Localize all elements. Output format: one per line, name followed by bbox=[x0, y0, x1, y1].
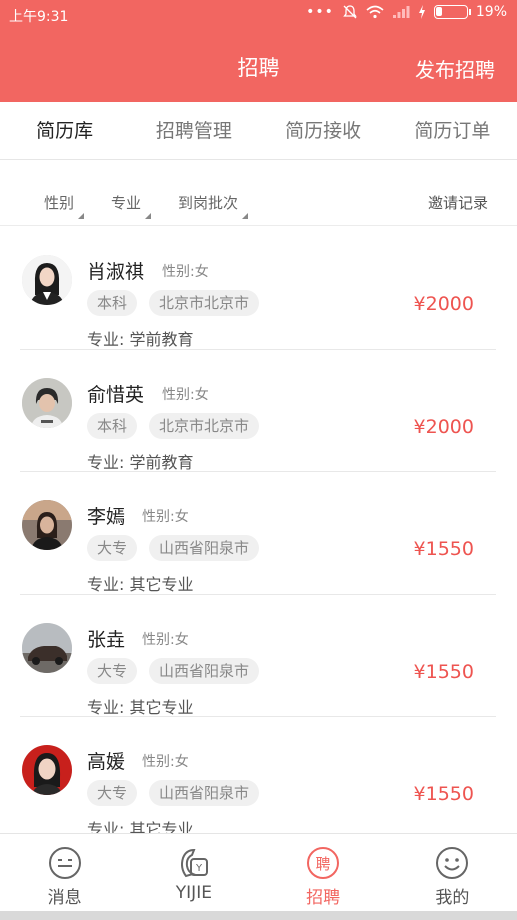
status-icons: ••• 19% bbox=[306, 4, 507, 20]
filter-gender-label: 性别 bbox=[44, 194, 75, 212]
candidate-major: 专业: 其它专业 bbox=[87, 820, 194, 833]
location-tag: 山西省阳泉市 bbox=[149, 780, 260, 806]
candidate-name: 张垚 bbox=[87, 628, 126, 651]
education-tag: 大专 bbox=[87, 657, 138, 684]
signal-icon bbox=[392, 6, 410, 18]
tab-recruitment-management[interactable]: 招聘管理 bbox=[129, 102, 258, 159]
wifi-icon bbox=[366, 5, 384, 19]
candidate-gender: 性别:女 bbox=[142, 509, 189, 525]
candidate-price: ¥1550 bbox=[413, 660, 474, 683]
candidate-price: ¥1550 bbox=[413, 538, 474, 560]
dropdown-triangle-icon bbox=[145, 213, 152, 219]
candidate-name: 高媛 bbox=[87, 751, 126, 773]
recruit-icon-glyph: 聘 bbox=[316, 855, 331, 873]
smiley-profile-icon bbox=[436, 847, 469, 879]
bottom-navigation: 消息 Y YIJIE 聘 招聘 我的 bbox=[0, 833, 517, 911]
candidate-name: 肖淑祺 bbox=[87, 261, 145, 283]
candidate-major: 专业: 其它专业 bbox=[87, 697, 194, 717]
filter-gender[interactable]: 性别 bbox=[44, 192, 85, 219]
avatar bbox=[22, 500, 72, 550]
nav-profile-label: 我的 bbox=[435, 888, 470, 908]
nav-messages[interactable]: 消息 bbox=[0, 834, 129, 911]
tab-resume-received[interactable]: 简历接收 bbox=[259, 102, 388, 159]
candidate-card[interactable]: 李嫣 性别:女 大专 山西省阳泉市 专业: 其它专业 ¥1550 bbox=[20, 472, 496, 595]
filter-major-label: 专业 bbox=[111, 194, 142, 212]
mute-bell-icon bbox=[343, 5, 357, 19]
nav-yijie-label: YIJIE bbox=[175, 883, 212, 903]
candidate-gender: 性别:女 bbox=[142, 631, 189, 648]
candidate-list: 肖淑祺 性别:女 本科 北京市北京市 专业: 学前教育 ¥2000 俞惜英 性别… bbox=[0, 227, 517, 833]
education-tag: 本科 bbox=[87, 412, 138, 439]
candidate-major: 专业: 学前教育 bbox=[87, 330, 194, 349]
candidate-price: ¥2000 bbox=[413, 415, 474, 438]
nav-messages-label: 消息 bbox=[47, 888, 82, 908]
candidate-price: ¥2000 bbox=[413, 293, 474, 315]
invite-records-link[interactable]: 邀请记录 bbox=[428, 192, 488, 213]
avatar bbox=[22, 255, 72, 305]
location-tag: 山西省阳泉市 bbox=[149, 535, 260, 561]
status-bar: 上午9:31 ••• 19% bbox=[0, 0, 517, 30]
candidate-card[interactable]: 高媛 性别:女 大专 山西省阳泉市 专业: 其它专业 ¥1550 bbox=[20, 717, 496, 833]
candidate-major: 专业: 其它专业 bbox=[87, 575, 194, 594]
svg-text:Y: Y bbox=[195, 863, 203, 874]
nav-recruit-label: 招聘 bbox=[306, 888, 341, 908]
candidate-price: ¥1550 bbox=[413, 783, 474, 805]
recruit-icon: 聘 bbox=[307, 847, 340, 879]
battery-percent: 19% bbox=[475, 4, 507, 20]
filter-major[interactable]: 专业 bbox=[111, 192, 152, 219]
avatar bbox=[22, 377, 72, 428]
filter-bar: 性别 专业 到岗批次 邀请记录 bbox=[0, 172, 517, 226]
education-tag: 大专 bbox=[87, 535, 138, 561]
location-tag: 山西省阳泉市 bbox=[149, 657, 260, 684]
dropdown-triangle-icon bbox=[78, 213, 85, 219]
candidate-card[interactable]: 张垚 性别:女 大专 山西省阳泉市 专业: 其它专业 ¥1550 bbox=[20, 595, 496, 717]
candidate-name: 俞惜英 bbox=[87, 383, 145, 406]
filter-batch-label: 到岗批次 bbox=[178, 194, 239, 212]
system-nav-strip bbox=[0, 911, 517, 920]
more-dots-icon: ••• bbox=[306, 4, 334, 20]
app-header: 招聘 发布招聘 bbox=[0, 30, 517, 102]
nav-profile[interactable]: 我的 bbox=[388, 834, 517, 911]
tab-resume-library[interactable]: 简历库 bbox=[0, 102, 129, 159]
battery-icon bbox=[433, 5, 471, 19]
candidate-name: 李嫣 bbox=[87, 506, 126, 528]
nav-recruit[interactable]: 聘 招聘 bbox=[259, 834, 388, 911]
dropdown-triangle-icon bbox=[242, 213, 249, 219]
charging-icon bbox=[418, 5, 425, 19]
location-tag: 北京市北京市 bbox=[149, 412, 260, 439]
filter-batch[interactable]: 到岗批次 bbox=[178, 192, 249, 219]
candidate-major: 专业: 学前教育 bbox=[87, 452, 194, 472]
candidate-card[interactable]: 肖淑祺 性别:女 本科 北京市北京市 专业: 学前教育 ¥2000 bbox=[20, 227, 496, 350]
candidate-gender: 性别:女 bbox=[162, 264, 209, 280]
yijie-logo-icon: Y bbox=[180, 848, 208, 878]
publish-recruitment-button[interactable]: 发布招聘 bbox=[415, 54, 495, 83]
candidate-card[interactable]: 俞惜英 性别:女 本科 北京市北京市 专业: 学前教育 ¥2000 bbox=[20, 350, 496, 472]
tab-resume-orders[interactable]: 简历订单 bbox=[388, 102, 517, 159]
avatar bbox=[22, 745, 72, 795]
education-tag: 本科 bbox=[87, 290, 138, 316]
avatar bbox=[22, 622, 72, 673]
status-time: 上午9:31 bbox=[9, 9, 69, 25]
candidate-gender: 性别:女 bbox=[142, 754, 189, 770]
location-tag: 北京市北京市 bbox=[149, 290, 260, 316]
education-tag: 大专 bbox=[87, 780, 138, 806]
candidate-gender: 性别:女 bbox=[162, 386, 209, 403]
nav-yijie[interactable]: Y YIJIE bbox=[129, 834, 258, 911]
message-icon bbox=[48, 847, 81, 879]
tab-bar: 简历库 招聘管理 简历接收 简历订单 bbox=[0, 102, 517, 160]
